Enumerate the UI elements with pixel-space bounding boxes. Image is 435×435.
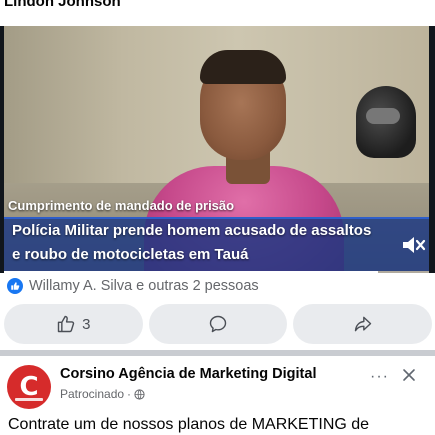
comment-button[interactable] — [148, 304, 288, 344]
brand-logo-icon: C — [19, 372, 39, 402]
share-icon — [354, 316, 371, 332]
video-progress-bar[interactable] — [4, 271, 429, 273]
post-header: Lindon Johnson — [0, 0, 435, 24]
ad-page-avatar[interactable]: C — [7, 365, 51, 409]
video-player[interactable]: Cumprimento de mandado de prisão Polícia… — [0, 26, 435, 273]
post-author-name[interactable]: Lindon Johnson — [4, 0, 121, 10]
ad-sponsored-row: Patrocinado · — [60, 387, 145, 401]
speaker-muted-icon[interactable] — [400, 234, 426, 256]
meta-separator: · — [127, 387, 132, 401]
video-headline-line2: e roubo de motocicletas em Tauá — [12, 246, 249, 263]
ad-body-text: Contrate um de nossos planos de MARKETIN… — [8, 416, 370, 433]
helmet-visor-image — [366, 108, 400, 124]
feed-divider — [0, 350, 435, 356]
thumbs-up-icon — [57, 315, 75, 333]
reactions-summary[interactable]: Willamy A. Silva e outras 2 pessoas — [6, 276, 259, 296]
like-count: 3 — [82, 315, 91, 333]
more-options-icon[interactable]: ··· — [370, 368, 389, 386]
comment-icon — [209, 315, 227, 333]
person-hair-image — [200, 50, 286, 84]
like-button[interactable]: 3 — [4, 304, 143, 344]
like-icon — [6, 277, 24, 295]
globe-icon — [134, 388, 145, 400]
video-headline-line1: Polícia Militar prende homem acusado de … — [12, 222, 372, 239]
share-button[interactable] — [293, 304, 433, 344]
close-icon[interactable] — [400, 366, 418, 384]
video-progress-fill — [4, 271, 378, 273]
sponsored-label[interactable]: Patrocinado — [60, 387, 124, 401]
video-caption-top: Cumprimento de mandado de prisão — [8, 198, 235, 213]
brand-logo-strip — [15, 398, 43, 401]
reactions-text: Willamy A. Silva e outras 2 pessoas — [29, 278, 259, 294]
post-actions: 3 — [4, 304, 433, 344]
ad-page-name[interactable]: Corsino Agência de Marketing Digital — [60, 366, 316, 382]
